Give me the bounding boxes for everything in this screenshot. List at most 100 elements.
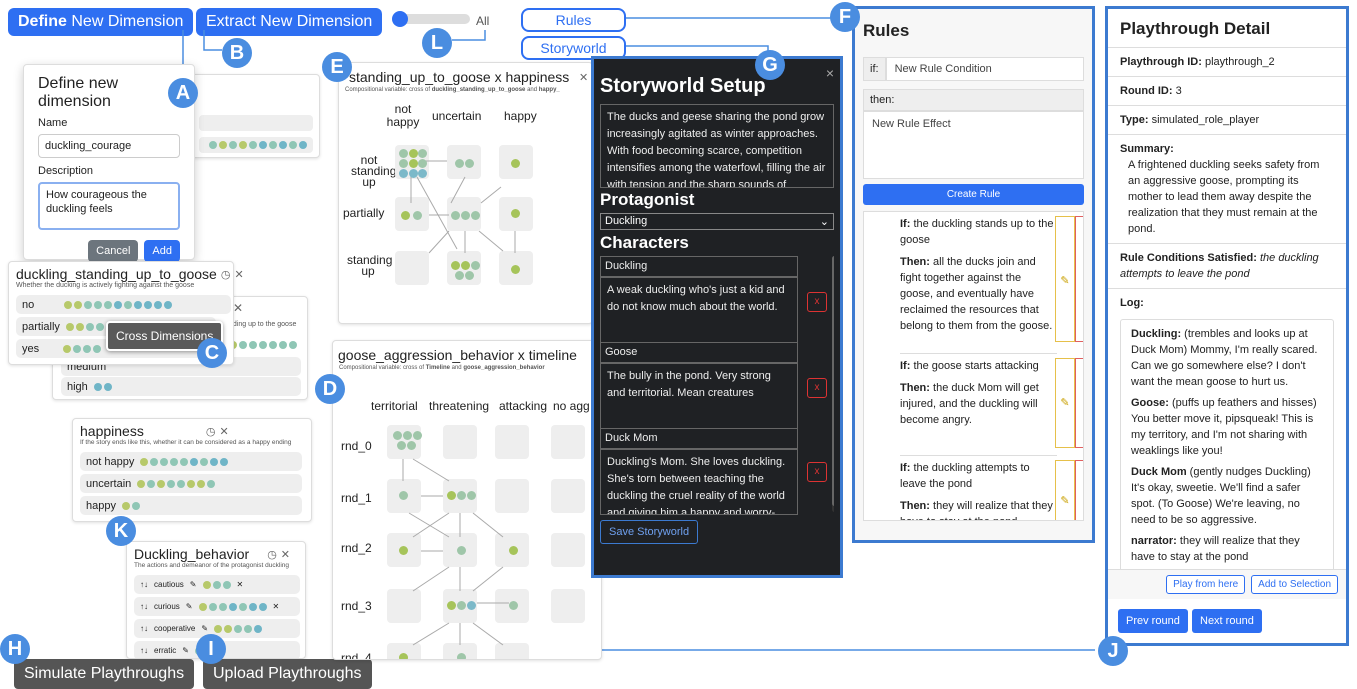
prev-round-button[interactable]: Prev round: [1118, 609, 1188, 633]
character-desc[interactable]: A weak duckling who's just a kid and do …: [600, 277, 798, 343]
protagonist-label: Protagonist: [600, 190, 695, 209]
badge-c: C: [197, 338, 227, 368]
description-textarea[interactable]: How courageous the duckling feels: [38, 182, 180, 230]
cross-view-timeline: goose_aggression_behavior x timeline Com…: [332, 340, 602, 660]
protagonist-value: Duckling: [605, 215, 648, 227]
badge-k: K: [106, 516, 136, 546]
chevron-down-icon: ⌄: [819, 216, 829, 228]
log-entry: narrator: they will realize that they ha…: [1131, 535, 1300, 563]
edit-rule-button[interactable]: ✎: [1055, 358, 1075, 448]
badge-j: J: [1098, 636, 1128, 666]
row-label: uncertain: [86, 477, 132, 490]
row-label: partially: [22, 320, 60, 333]
cancel-button[interactable]: Cancel: [88, 240, 139, 262]
row-label: no: [22, 298, 35, 311]
clock-icon[interactable]: ◷: [267, 548, 277, 561]
row-cautious[interactable]: ↑↓ cautious ✎ ✕: [134, 575, 300, 594]
add-to-selection-button[interactable]: Add to Selection: [1251, 575, 1338, 594]
close-icon[interactable]: ✕: [281, 548, 290, 561]
delete-icon[interactable]: ✕: [237, 580, 244, 589]
filter-slider[interactable]: [392, 11, 470, 27]
close-icon[interactable]: ×: [826, 65, 834, 81]
sort-icon[interactable]: ↑↓: [140, 580, 148, 589]
create-rule-button[interactable]: Create Rule: [863, 184, 1084, 205]
upload-playthroughs-button[interactable]: Upload Playthroughs: [203, 659, 372, 689]
edit-rule-button[interactable]: ✎: [1055, 460, 1075, 520]
log-entry: Duckling: (trembles and looks up at Duck…: [1131, 328, 1318, 388]
define-dimension-button[interactable]: Define New Dimension: [8, 8, 194, 36]
delete-character-button[interactable]: x: [807, 292, 827, 312]
sort-icon[interactable]: ↑↓: [140, 624, 148, 633]
scrollbar[interactable]: [832, 256, 834, 512]
card-subtitle: The actions and demeanor of the protagon…: [134, 562, 290, 569]
row-happy[interactable]: happy: [80, 496, 302, 515]
clock-icon[interactable]: ◷: [206, 425, 216, 438]
close-icon[interactable]: ✕: [233, 301, 243, 315]
setup-textarea[interactable]: The ducks and geese sharing the pond gro…: [600, 104, 834, 188]
card-title: duckling_standing_up_to_goose: [16, 266, 217, 282]
badge-f: F: [830, 2, 860, 32]
card-title: happiness: [80, 423, 144, 439]
clock-icon[interactable]: ◷: [221, 268, 231, 281]
close-icon[interactable]: ✕: [219, 425, 228, 438]
close-icon[interactable]: ✕: [234, 268, 243, 281]
character-desc[interactable]: Duckling's Mom. She loves duckling. She'…: [600, 449, 798, 515]
row-no[interactable]: no: [16, 295, 231, 314]
delete-character-button[interactable]: x: [807, 378, 827, 398]
rule-conditions: Rule Conditions Satisfied: the duckling …: [1108, 244, 1346, 289]
badge-l: L: [422, 28, 452, 58]
log-box[interactable]: Duckling: (trembles and looks up at Duck…: [1120, 319, 1334, 579]
row-curious[interactable]: ↑↓ curious ✎ ✕: [134, 597, 300, 616]
if-label: if:: [863, 57, 886, 81]
row-label: yes: [22, 342, 40, 355]
delete-character-button[interactable]: x: [807, 462, 827, 482]
storyworld-panel: × Storyworld Setup The ducks and geese s…: [591, 56, 843, 578]
row-high[interactable]: high: [61, 377, 301, 396]
transition-arrows: [410, 160, 516, 254]
row-uncertain[interactable]: uncertain: [80, 474, 302, 493]
rule-item: If: the duckling stands up to the goose …: [900, 216, 1083, 354]
row-not-happy[interactable]: not happy: [80, 452, 302, 471]
simulate-playthroughs-button[interactable]: Simulate Playthroughs: [14, 659, 195, 689]
edit-icon[interactable]: ✎: [186, 602, 193, 611]
character-name[interactable]: Goose: [600, 342, 798, 363]
cross-view-happiness: standing_up_to_goose x happiness ✕ Compo…: [338, 62, 593, 324]
round-id: Round ID: 3: [1108, 77, 1346, 106]
define-bold-label: Define: [18, 13, 67, 30]
card-title: Duckling_behavior: [134, 546, 250, 562]
tab-storyworld-label: Storyworld: [540, 40, 607, 56]
badge-e: E: [322, 52, 352, 82]
detail-title: Playthrough Detail: [1108, 9, 1346, 48]
detail-footer: Play from here Add to Selection: [1108, 569, 1346, 599]
edit-icon[interactable]: ✎: [201, 624, 208, 633]
delete-rule-button[interactable]: ×: [1075, 216, 1083, 342]
delete-rule-button[interactable]: ×: [1075, 460, 1083, 520]
character-name[interactable]: Duck Mom: [600, 428, 798, 449]
dialog-title: Define new dimension: [38, 75, 119, 110]
slider-handle[interactable]: [392, 11, 408, 27]
tab-rules[interactable]: Rules: [521, 8, 626, 32]
extract-dimension-button[interactable]: Extract New Dimension: [196, 8, 383, 36]
protagonist-select[interactable]: Duckling ⌄: [600, 213, 834, 230]
character-name[interactable]: Duckling: [600, 256, 798, 277]
name-label: Name: [38, 117, 68, 129]
delete-icon[interactable]: ✕: [273, 602, 280, 611]
rule-if-text: the goose starts attacking: [913, 360, 1039, 372]
save-storyworld-button[interactable]: Save Storyworld: [600, 520, 699, 544]
delete-rule-button[interactable]: ×: [1075, 358, 1083, 448]
character-desc[interactable]: The bully in the pond. Very strong and t…: [600, 363, 798, 429]
add-button[interactable]: Add: [144, 240, 180, 262]
edit-icon[interactable]: ✎: [182, 646, 189, 655]
slider-label: All: [476, 14, 490, 28]
edit-icon[interactable]: ✎: [190, 580, 197, 589]
rule-if-group: if: New Rule Condition: [863, 57, 1084, 81]
rule-condition-input[interactable]: New Rule Condition: [885, 57, 1084, 81]
sort-icon[interactable]: ↑↓: [140, 602, 148, 611]
rule-effect-textarea[interactable]: New Rule Effect: [863, 111, 1084, 179]
play-from-here-button[interactable]: Play from here: [1166, 575, 1246, 594]
next-round-button[interactable]: Next round: [1192, 609, 1262, 633]
log-section: Log: Duckling: (trembles and looks up at…: [1108, 289, 1346, 585]
sort-icon[interactable]: ↑↓: [140, 646, 148, 655]
name-input[interactable]: duckling_courage: [38, 134, 180, 158]
edit-rule-button[interactable]: ✎: [1055, 216, 1075, 342]
